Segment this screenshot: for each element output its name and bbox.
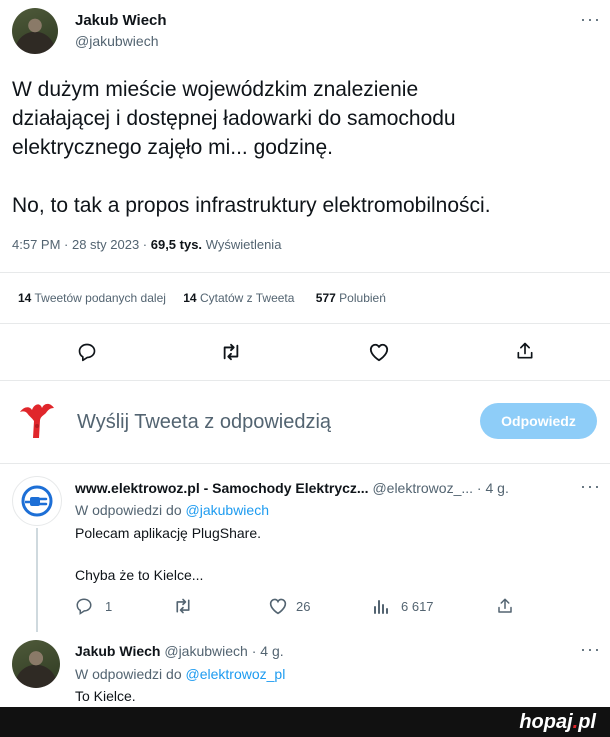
- reply-header: Jakub Wiech @jakubwiech · 4 g.: [75, 643, 284, 659]
- reply-header: www.elektrowoz.pl - Samochody Elektrycz.…: [75, 480, 509, 496]
- tweet-stats: 14 Tweetów podanych dalej 14 Cytatów z T…: [18, 291, 386, 305]
- retweets-count: 14: [18, 291, 32, 305]
- share-icon[interactable]: [515, 341, 535, 361]
- avatar[interactable]: [12, 640, 60, 688]
- more-options-icon[interactable]: ···: [580, 640, 601, 658]
- tweet-text-line: No, to tak a propos infrastruktury elekt…: [12, 194, 491, 217]
- watermark-logo: hopaj.pl: [519, 711, 596, 733]
- watermark-bar: hopaj.pl: [0, 707, 610, 737]
- replying-to-prefix: W odpowiedzi do: [75, 502, 186, 518]
- reply-button[interactable]: Odpowiedz: [480, 403, 597, 439]
- tweet-time[interactable]: 4:57 PM · 28 sty 2023 ·: [12, 237, 151, 252]
- like-count: 26: [296, 599, 311, 614]
- tweet-meta: 4:57 PM · 28 sty 2023 · 69,5 tys. Wyświe…: [12, 237, 281, 252]
- reply-handle-time[interactable]: @jakubwiech · 4 g.: [164, 643, 283, 659]
- divider: [0, 463, 610, 464]
- user-avatar-icon: [14, 396, 60, 442]
- reply-icon[interactable]: [75, 597, 93, 615]
- reply-count: 1: [105, 599, 113, 614]
- divider: [0, 380, 610, 381]
- retweet-icon[interactable]: [173, 597, 193, 615]
- tweet-text-line: W dużym mieście wojewódzkim znalezienie: [12, 78, 419, 101]
- author-name[interactable]: Jakub Wiech: [75, 12, 167, 29]
- reply-actions: 1 26 6 617: [75, 597, 595, 619]
- retweet-icon[interactable]: [220, 342, 242, 362]
- share-icon[interactable]: [496, 597, 514, 615]
- reply-text-line: To Kielce.: [75, 688, 136, 704]
- reply-author-name[interactable]: www.elektrowoz.pl - Samochody Elektrycz.…: [75, 480, 369, 496]
- reply-text-line: Polecam aplikację PlugShare.: [75, 525, 261, 541]
- like-icon[interactable]: [368, 342, 390, 362]
- tweet-text: W dużym mieście wojewódzkim znalezienie …: [12, 75, 602, 220]
- avatar[interactable]: [12, 476, 62, 526]
- quotes-count: 14: [183, 291, 197, 305]
- retweets-stat[interactable]: 14 Tweetów podanych dalej: [18, 291, 169, 305]
- quotes-label: Cytatów z Tweeta: [199, 291, 295, 305]
- views-icon[interactable]: [372, 598, 390, 614]
- reply-handle-time[interactable]: @elektrowoz_... · 4 g.: [372, 480, 508, 496]
- reply-icon[interactable]: [77, 342, 97, 362]
- replying-to: W odpowiedzi do @jakubwiech: [75, 502, 269, 518]
- compose-input[interactable]: Wyślij Tweeta z odpowiedzią: [77, 411, 331, 434]
- tweet-text-line: działającej i dostępnej ładowarki do sam…: [12, 107, 456, 130]
- author-handle[interactable]: @jakubwiech: [75, 33, 158, 49]
- quotes-stat[interactable]: 14 Cytatów z Tweeta: [183, 291, 298, 305]
- replying-to-prefix: W odpowiedzi do: [75, 666, 186, 682]
- more-options-icon[interactable]: ···: [580, 10, 601, 28]
- views-count: 69,5 tys.: [150, 237, 203, 252]
- reply-author-name[interactable]: Jakub Wiech: [75, 643, 160, 659]
- likes-stat[interactable]: 577 Polubień: [316, 291, 386, 305]
- retweets-label: Tweetów podanych dalej: [34, 291, 166, 305]
- like-icon[interactable]: [268, 597, 288, 615]
- divider: [0, 272, 610, 273]
- likes-count: 577: [315, 291, 336, 305]
- views-label: Wyświetlenia: [205, 237, 282, 252]
- replying-to-handle[interactable]: @jakubwiech: [186, 502, 269, 518]
- plug-logo-icon: [21, 485, 53, 517]
- thread-line: [36, 528, 38, 632]
- more-options-icon[interactable]: ···: [580, 477, 601, 495]
- tweet-text-line: elektrycznego zajęło mi... godzinę.: [12, 136, 333, 159]
- reply-text-line: Chyba że to Kielce...: [75, 567, 204, 583]
- likes-label: Polubień: [339, 291, 386, 305]
- replying-to: W odpowiedzi do @elektrowoz_pl: [75, 666, 285, 682]
- replying-to-handle[interactable]: @elektrowoz_pl: [186, 666, 286, 682]
- avatar[interactable]: [12, 8, 58, 54]
- views-count: 6 617: [401, 599, 434, 614]
- divider: [0, 323, 610, 324]
